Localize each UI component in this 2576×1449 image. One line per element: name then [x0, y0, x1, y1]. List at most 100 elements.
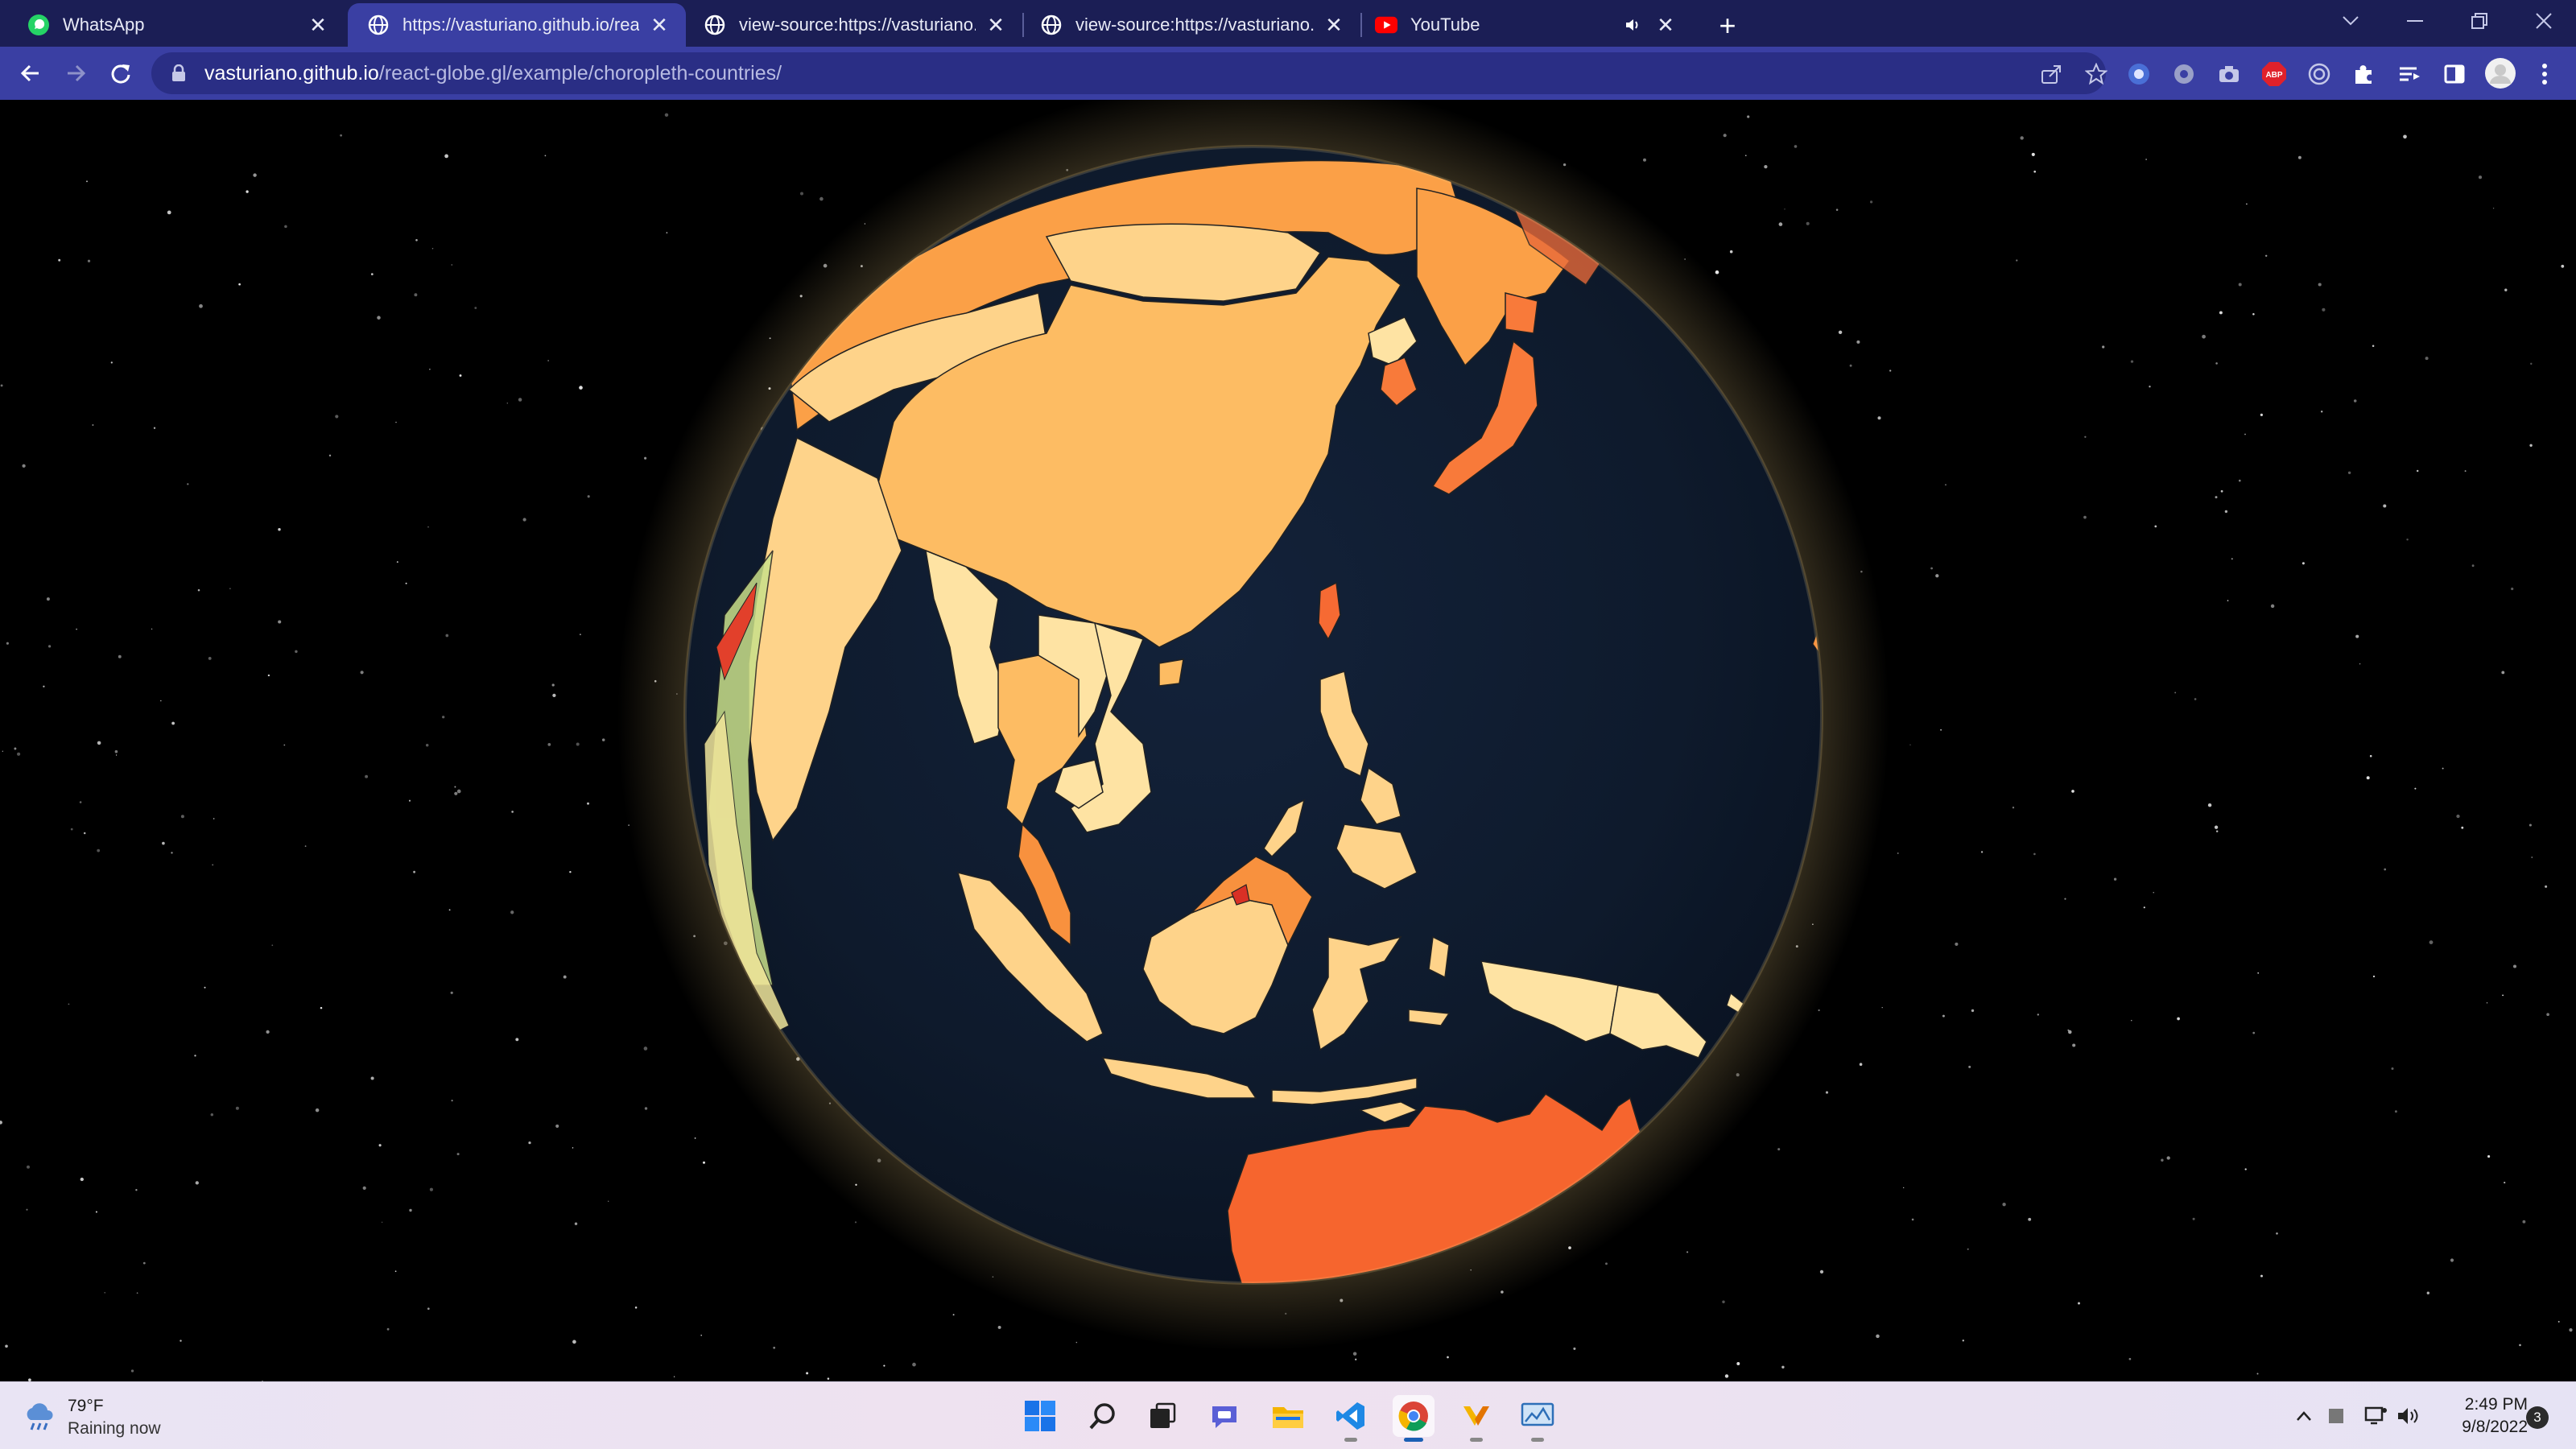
weather-widget[interactable]: 79°F Raining now: [23, 1395, 161, 1440]
vscode-icon[interactable]: [1330, 1395, 1372, 1442]
running-indicator: [1404, 1438, 1423, 1442]
star: [142, 1261, 146, 1265]
star: [76, 628, 77, 630]
profile-avatar[interactable]: [2484, 57, 2516, 89]
tab-view-source-2[interactable]: view-source:https://vasturiano.github.io…: [1024, 3, 1360, 47]
star: [395, 421, 397, 423]
star: [2276, 1232, 2278, 1235]
adblock-plus-icon[interactable]: ABP: [2260, 60, 2288, 88]
star: [160, 700, 162, 702]
star: [210, 1113, 214, 1117]
search-icon[interactable]: [1082, 1395, 1124, 1437]
monitor-app-icon[interactable]: [1517, 1395, 1558, 1442]
star: [664, 113, 669, 118]
country-hainan[interactable]: [1158, 658, 1184, 687]
bookmark-star-icon[interactable]: [2082, 60, 2111, 89]
star: [1942, 1014, 1945, 1018]
close-icon[interactable]: ✕: [1322, 13, 1346, 37]
star: [2297, 155, 2301, 159]
tab-search-icon[interactable]: [2318, 0, 2383, 42]
reload-button[interactable]: [101, 54, 140, 93]
star: [187, 483, 189, 485]
star: [587, 802, 589, 805]
star: [58, 258, 61, 262]
star: [2260, 1274, 2263, 1278]
star: [644, 1107, 648, 1110]
star: [171, 852, 173, 854]
star: [510, 910, 514, 914]
forward-button[interactable]: [56, 54, 95, 93]
chevron-up-icon[interactable]: [2291, 1403, 2317, 1429]
star: [199, 303, 203, 308]
windows-start-icon[interactable]: [1019, 1395, 1061, 1437]
restore-button[interactable]: [2447, 0, 2512, 42]
country-new-zealand[interactable]: [1678, 1226, 1707, 1260]
star: [2215, 362, 2218, 365]
star: [552, 693, 556, 698]
target-icon[interactable]: [2306, 60, 2333, 88]
address-bar[interactable]: vasturiano.github.io/react-globe.gl/exam…: [151, 52, 2107, 94]
back-button[interactable]: [11, 54, 50, 93]
star: [506, 402, 509, 404]
minimize-button[interactable]: [2383, 0, 2447, 42]
star: [1819, 1269, 1824, 1274]
star: [2529, 444, 2533, 447]
task-view-icon[interactable]: [1141, 1395, 1183, 1437]
tray-app-icon[interactable]: [2323, 1403, 2349, 1429]
star: [2347, 471, 2351, 475]
extension-blue-icon[interactable]: [2125, 60, 2153, 88]
tab-view-source-1[interactable]: view-source:https://vasturiano.github.io…: [686, 3, 1022, 47]
new-tab-button[interactable]: +: [1710, 8, 1745, 43]
star: [2215, 830, 2219, 832]
puzzle-icon[interactable]: [2351, 60, 2378, 88]
star: [2406, 539, 2409, 541]
chrome-icon[interactable]: [1393, 1395, 1435, 1442]
star: [2394, 1110, 2397, 1113]
volume-icon[interactable]: [2396, 1403, 2421, 1429]
star: [2078, 1302, 2080, 1305]
speaker-icon[interactable]: [1621, 13, 1645, 37]
whatsapp-icon: [27, 14, 50, 36]
app-icon[interactable]: [1455, 1395, 1497, 1442]
file-explorer-icon[interactable]: [1267, 1395, 1309, 1437]
tab-choropleth[interactable]: https://vasturiano.github.io/react-globe…: [348, 3, 686, 47]
star: [1859, 1063, 1863, 1066]
star: [563, 975, 567, 979]
tab-whatsapp[interactable]: WhatsApp ✕: [0, 3, 345, 47]
side-panel-icon[interactable]: [2441, 60, 2468, 88]
close-icon[interactable]: ✕: [1653, 13, 1678, 37]
close-icon[interactable]: ✕: [984, 13, 1008, 37]
globe-viewport[interactable]: [0, 100, 2576, 1381]
lock-icon[interactable]: [169, 63, 188, 84]
star: [266, 1030, 270, 1034]
star: [2511, 587, 2514, 591]
teams-chat-icon[interactable]: [1204, 1395, 1246, 1437]
country-tasmania[interactable]: [1530, 1352, 1562, 1376]
system-clock[interactable]: 2:49 PM 9/8/2022: [2439, 1393, 2528, 1439]
star: [238, 283, 241, 286]
close-icon[interactable]: ✕: [647, 13, 671, 37]
close-window-button[interactable]: [2512, 0, 2576, 42]
url-text[interactable]: vasturiano.github.io/react-globe.gl/exam…: [204, 62, 782, 85]
menu-icon[interactable]: [2531, 60, 2558, 88]
star: [2257, 972, 2260, 974]
star: [2353, 399, 2357, 402]
globe-canvas[interactable]: [0, 100, 2576, 1381]
extension-gray-icon[interactable]: [2170, 60, 2198, 88]
star: [2425, 357, 2429, 361]
notification-badge[interactable]: 3: [2526, 1406, 2549, 1429]
share-icon[interactable]: [2037, 60, 2066, 89]
star: [1940, 729, 1942, 731]
reading-list-icon[interactable]: [2396, 60, 2423, 88]
tab-youtube[interactable]: YouTube ✕: [1362, 3, 1692, 47]
camera-icon[interactable]: [2215, 60, 2243, 88]
close-icon[interactable]: ✕: [306, 13, 330, 37]
star: [408, 799, 411, 802]
star: [515, 1038, 519, 1042]
star: [2366, 776, 2370, 780]
star: [1778, 222, 1783, 226]
star: [2244, 1168, 2247, 1170]
network-icon[interactable]: [2363, 1403, 2389, 1429]
star: [2227, 600, 2229, 601]
star: [569, 870, 572, 873]
